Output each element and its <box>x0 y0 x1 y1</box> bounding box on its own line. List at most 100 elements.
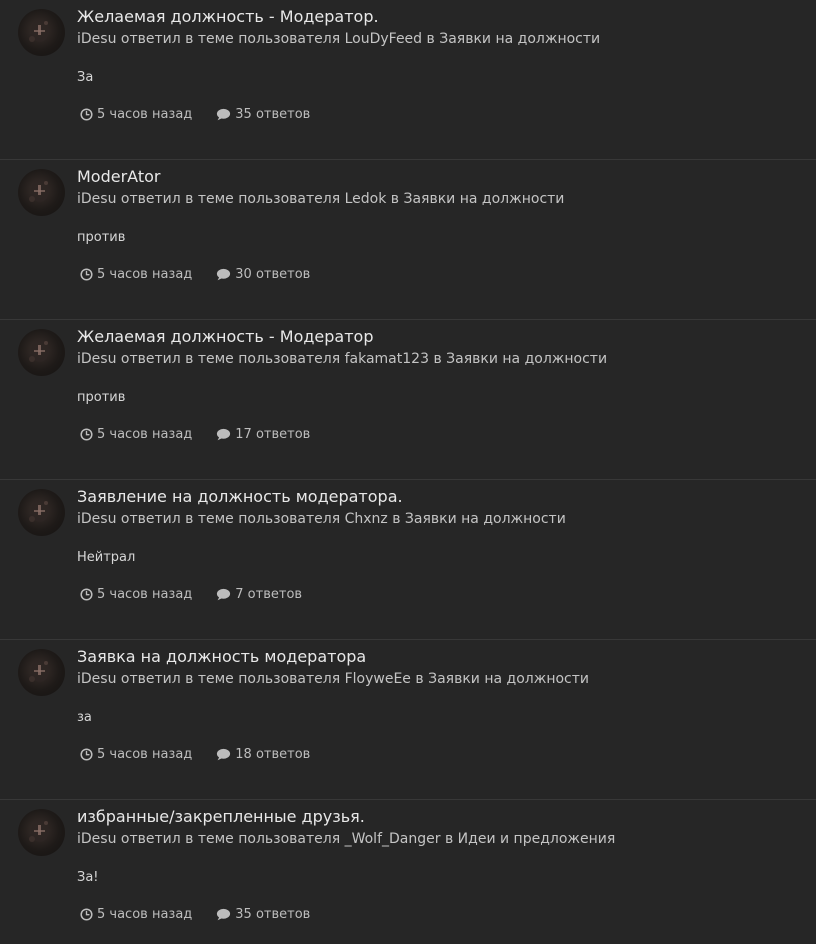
avatar[interactable] <box>18 329 65 376</box>
topic-title[interactable]: Желаемая должность - Модератор <box>77 327 374 346</box>
comment-icon <box>217 268 231 281</box>
activity-stats: 5 часов назад 35 ответов <box>80 107 310 122</box>
avatar[interactable] <box>18 489 65 536</box>
comment-icon <box>217 428 231 441</box>
forum-link[interactable]: Идеи и предложения <box>458 831 616 847</box>
post-excerpt: против <box>77 230 126 245</box>
time-stat: 5 часов назад <box>80 427 192 442</box>
avatar-image <box>29 820 49 842</box>
activity-item: Заявление на должность модератора. iDesu… <box>0 480 816 640</box>
clock-icon <box>80 108 93 121</box>
user-link[interactable]: iDesu <box>77 31 116 47</box>
forum-link[interactable]: Заявки на должности <box>439 31 600 47</box>
replies-text: 35 ответов <box>235 907 311 922</box>
activity-meta: iDesu ответил в теме пользователя Ledok … <box>77 191 564 207</box>
activity-item: ModerAtor iDesu ответил в теме пользоват… <box>0 160 816 320</box>
user-link[interactable]: iDesu <box>77 191 116 207</box>
in-text: в <box>444 831 454 847</box>
user-link[interactable]: iDesu <box>77 671 116 687</box>
time-stat: 5 часов назад <box>80 267 192 282</box>
user-link[interactable]: iDesu <box>77 831 116 847</box>
replies-stat[interactable]: 17 ответов <box>216 427 310 442</box>
action-text: ответил в теме пользователя <box>120 511 341 527</box>
replies-stat[interactable]: 30 ответов <box>216 267 310 282</box>
time-text: 5 часов назад <box>97 427 193 442</box>
post-excerpt: против <box>77 390 126 405</box>
avatar[interactable] <box>18 809 65 856</box>
post-excerpt: За! <box>77 870 99 885</box>
action-text: ответил в теме пользователя <box>120 671 341 687</box>
time-text: 5 часов назад <box>97 587 193 602</box>
action-text: ответил в теме пользователя <box>120 831 341 847</box>
replies-text: 35 ответов <box>235 107 311 122</box>
user-link[interactable]: iDesu <box>77 511 116 527</box>
activity-item: Желаемая должность - Модератор iDesu отв… <box>0 320 816 480</box>
avatar-image <box>29 500 49 522</box>
activity-stats: 5 часов назад 17 ответов <box>80 427 310 442</box>
time-stat: 5 часов назад <box>80 907 192 922</box>
comment-icon <box>217 908 231 921</box>
forum-link[interactable]: Заявки на должности <box>428 671 589 687</box>
replies-text: 18 ответов <box>235 747 311 762</box>
forum-link[interactable]: Заявки на должности <box>405 511 566 527</box>
activity-item: Желаемая должность - Модератор. iDesu от… <box>0 0 816 160</box>
avatar-image <box>29 660 49 682</box>
post-excerpt: За <box>77 70 94 85</box>
author-link[interactable]: Chxnz <box>345 511 388 527</box>
author-link[interactable]: fakamat123 <box>345 351 429 367</box>
author-link[interactable]: _Wolf_Danger <box>345 831 441 847</box>
replies-stat[interactable]: 7 ответов <box>216 587 302 602</box>
replies-text: 30 ответов <box>235 267 311 282</box>
action-text: ответил в теме пользователя <box>120 31 341 47</box>
topic-title[interactable]: Желаемая должность - Модератор. <box>77 7 379 26</box>
author-link[interactable]: FloyweEe <box>345 671 411 687</box>
activity-stats: 5 часов назад 30 ответов <box>80 267 310 282</box>
action-text: ответил в теме пользователя <box>120 191 341 207</box>
replies-stat[interactable]: 35 ответов <box>216 107 310 122</box>
avatar[interactable] <box>18 649 65 696</box>
clock-icon <box>80 908 93 921</box>
avatar-image <box>29 180 49 202</box>
time-text: 5 часов назад <box>97 107 193 122</box>
activity-stats: 5 часов назад 18 ответов <box>80 747 310 762</box>
author-link[interactable]: Ledok <box>345 191 387 207</box>
in-text: в <box>415 671 424 687</box>
forum-link[interactable]: Заявки на должности <box>404 191 565 207</box>
comment-icon <box>217 108 231 121</box>
topic-title[interactable]: Заявление на должность модератора. <box>77 487 403 506</box>
avatar[interactable] <box>18 169 65 216</box>
time-stat: 5 часов назад <box>80 587 192 602</box>
time-text: 5 часов назад <box>97 747 193 762</box>
activity-meta: iDesu ответил в теме пользователя _Wolf_… <box>77 831 615 847</box>
activity-item: Заявка на должность модератора iDesu отв… <box>0 640 816 800</box>
avatar-image <box>29 340 49 362</box>
avatar-image <box>29 20 49 42</box>
activity-item: избранные/закрепленные друзья. iDesu отв… <box>0 800 816 944</box>
author-link[interactable]: LouDyFeed <box>345 31 422 47</box>
topic-title[interactable]: избранные/закрепленные друзья. <box>77 807 365 826</box>
forum-link[interactable]: Заявки на должности <box>446 351 607 367</box>
time-text: 5 часов назад <box>97 907 193 922</box>
in-text: в <box>392 511 401 527</box>
replies-text: 7 ответов <box>235 587 303 602</box>
activity-stats: 5 часов назад 35 ответов <box>80 907 310 922</box>
time-text: 5 часов назад <box>97 267 193 282</box>
clock-icon <box>80 748 93 761</box>
activity-meta: iDesu ответил в теме пользователя Floywe… <box>77 671 589 687</box>
comment-icon <box>217 588 231 601</box>
topic-title[interactable]: ModerAtor <box>77 167 160 186</box>
replies-text: 17 ответов <box>235 427 311 442</box>
comment-icon <box>217 748 231 761</box>
replies-stat[interactable]: 18 ответов <box>216 747 310 762</box>
time-stat: 5 часов назад <box>80 747 192 762</box>
avatar[interactable] <box>18 9 65 56</box>
activity-stats: 5 часов назад 7 ответов <box>80 587 302 602</box>
post-excerpt: за <box>77 710 92 725</box>
user-link[interactable]: iDesu <box>77 351 116 367</box>
clock-icon <box>80 268 93 281</box>
activity-meta: iDesu ответил в теме пользователя LouDyF… <box>77 31 600 47</box>
clock-icon <box>80 588 93 601</box>
replies-stat[interactable]: 35 ответов <box>216 907 310 922</box>
time-stat: 5 часов назад <box>80 107 192 122</box>
topic-title[interactable]: Заявка на должность модератора <box>77 647 366 666</box>
